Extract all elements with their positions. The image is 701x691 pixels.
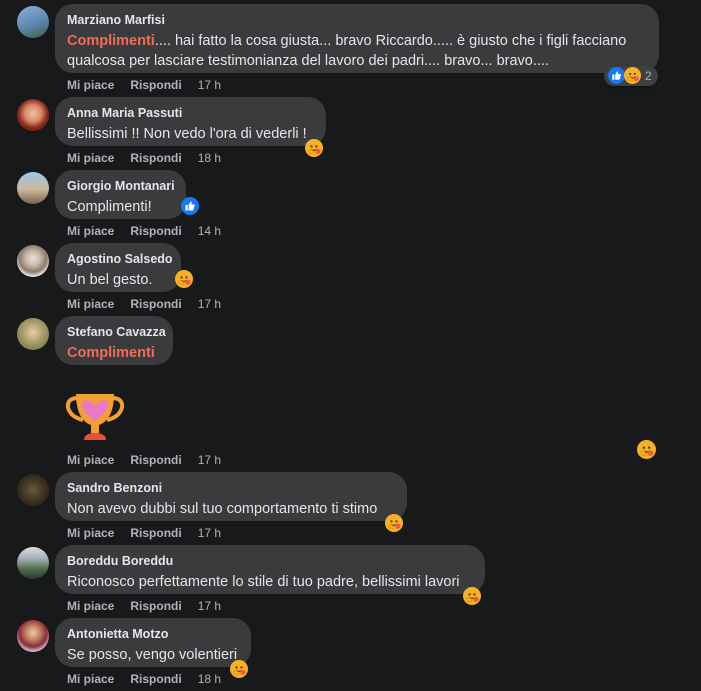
comment-author[interactable]: Anna Maria Passuti (67, 105, 314, 121)
like-button[interactable]: Mi piace (67, 599, 114, 613)
comment-text: Bellissimi !! Non vedo l'ora di vederli … (67, 126, 307, 142)
care-reaction-icon (385, 514, 403, 532)
comment-time[interactable]: 14 h (198, 224, 221, 238)
comment-author[interactable]: Marziano Marfisi (67, 12, 647, 28)
avatar[interactable] (17, 547, 49, 579)
comment-bubble: Giorgio Montanari Complimenti! (55, 170, 186, 219)
comment-author[interactable]: Giorgio Montanari (67, 178, 175, 194)
comment-time[interactable]: 17 h (198, 453, 221, 467)
comment-bubble: Boreddu Boreddu Riconosco perfettamente … (55, 545, 485, 594)
reply-button[interactable]: Rispondi (130, 224, 181, 238)
comment-text: Complimenti.... hai fatto la cosa giusta… (67, 31, 647, 71)
comment-bubble: Agostino Salsedo Un bel gesto. (55, 243, 181, 292)
reaction-count: 2 (645, 69, 652, 83)
like-reaction-icon (608, 67, 625, 84)
comment-time[interactable]: 17 h (198, 297, 221, 311)
care-reaction-icon (305, 139, 323, 157)
avatar[interactable] (17, 245, 49, 277)
comment-text-line: qualcosa per lasciare testimonianza del … (67, 53, 549, 69)
like-button[interactable]: Mi piace (67, 526, 114, 540)
avatar[interactable] (17, 99, 49, 131)
reply-button[interactable]: Rispondi (130, 672, 181, 686)
comment-actions: Mi piace Rispondi 18 h (67, 151, 221, 165)
comment-author[interactable]: Antonietta Motzo (67, 626, 239, 642)
comment-actions: Mi piace Rispondi 17 h (67, 599, 221, 613)
comment-author[interactable]: Stefano Cavazza (67, 324, 166, 340)
trophy-sticker-icon (65, 394, 125, 440)
comment-text: Riconosco perfettamente lo stile di tuo … (67, 574, 460, 590)
comment-bubble: Stefano Cavazza Complimenti (55, 316, 173, 365)
reply-button[interactable]: Rispondi (130, 297, 181, 311)
comment-actions: Mi piace Rispondi 14 h (67, 224, 221, 238)
comment-bubble: Marziano Marfisi Complimenti.... hai fat… (55, 4, 659, 73)
like-button[interactable]: Mi piace (67, 78, 114, 92)
comment-time[interactable]: 18 h (198, 151, 221, 165)
avatar[interactable] (17, 6, 49, 38)
comment-text: Un bel gesto. (67, 272, 153, 288)
like-button[interactable]: Mi piace (67, 151, 114, 165)
comment-highlight: Complimenti (67, 33, 155, 49)
like-reaction-icon (181, 197, 199, 215)
reply-button[interactable]: Rispondi (130, 526, 181, 540)
comment-actions: Mi piace Rispondi 18 h (67, 672, 221, 686)
comment-highlight: Complimenti (67, 345, 155, 361)
comment-author[interactable]: Agostino Salsedo (67, 251, 173, 267)
comment-text: Non avevo dubbi sul tuo comportamento ti… (67, 501, 378, 517)
comment-actions: Mi piace Rispondi 17 h (67, 453, 221, 467)
comment-bubble: Anna Maria Passuti Bellissimi !! Non ved… (55, 97, 326, 146)
avatar[interactable] (17, 620, 49, 652)
comment-author[interactable]: Sandro Benzoni (67, 480, 395, 496)
comment-text-line: .... hai fatto la cosa giusta... bravo R… (154, 33, 627, 49)
care-reaction-icon (637, 440, 656, 459)
care-reaction-icon (624, 67, 641, 84)
reply-button[interactable]: Rispondi (130, 599, 181, 613)
care-reaction-icon (230, 660, 248, 678)
comment-actions: Mi piace Rispondi 17 h (67, 78, 221, 92)
reply-button[interactable]: Rispondi (130, 151, 181, 165)
like-button[interactable]: Mi piace (67, 672, 114, 686)
comment-time[interactable]: 17 h (198, 599, 221, 613)
comment-time[interactable]: 17 h (198, 526, 221, 540)
care-reaction-icon (463, 587, 481, 605)
comment-text: Se posso, vengo volentieri (67, 647, 238, 663)
avatar[interactable] (17, 474, 49, 506)
comment-bubble: Antonietta Motzo Se posso, vengo volenti… (55, 618, 251, 667)
comment-author[interactable]: Boreddu Boreddu (67, 553, 473, 569)
comment-time[interactable]: 18 h (198, 672, 221, 686)
reply-button[interactable]: Rispondi (130, 453, 181, 467)
comment-actions: Mi piace Rispondi 17 h (67, 297, 221, 311)
like-button[interactable]: Mi piace (67, 453, 114, 467)
like-button[interactable]: Mi piace (67, 224, 114, 238)
avatar[interactable] (17, 172, 49, 204)
reply-button[interactable]: Rispondi (130, 78, 181, 92)
comment-text: Complimenti! (67, 199, 152, 215)
care-reaction-icon (175, 270, 193, 288)
comment-actions: Mi piace Rispondi 17 h (67, 526, 221, 540)
avatar[interactable] (17, 318, 49, 350)
comment-bubble: Sandro Benzoni Non avevo dubbi sul tuo c… (55, 472, 407, 521)
like-button[interactable]: Mi piace (67, 297, 114, 311)
comment-time[interactable]: 17 h (198, 78, 221, 92)
